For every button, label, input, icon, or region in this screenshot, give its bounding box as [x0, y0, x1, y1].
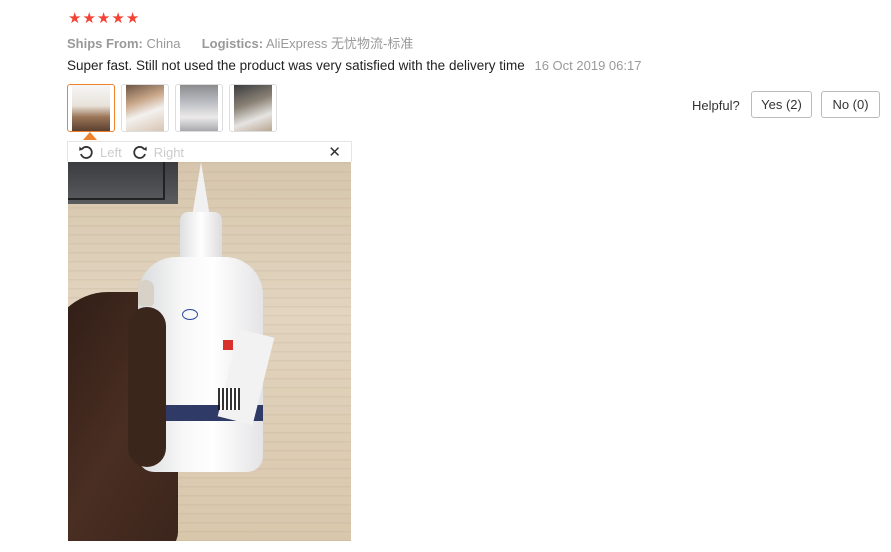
viewer-toolbar: Left Right ✕: [67, 141, 352, 162]
photo-qr-code: [218, 388, 240, 410]
rotate-left-button[interactable]: Left: [68, 144, 122, 160]
shipping-info: Ships From: China Logistics: AliExpress …: [67, 33, 413, 52]
thumbnail-image: [180, 85, 218, 131]
photo-thumbnail[interactable]: [229, 84, 277, 132]
star-rating: ★ ★ ★ ★ ★: [68, 9, 139, 27]
review-date: 16 Oct 2019 06:17: [534, 58, 642, 73]
ships-from-label: Ships From:: [67, 36, 143, 51]
selected-thumbnail-caret: [83, 132, 97, 140]
ships-from-value: China: [146, 36, 181, 51]
photo-bottle-tip: [192, 162, 210, 217]
rotate-left-icon: [79, 146, 93, 159]
helpful-yes-button[interactable]: Yes (2): [751, 91, 812, 118]
helpful-no-button[interactable]: No (0): [821, 91, 880, 118]
review-photo: [68, 162, 351, 541]
photo-thumbnail[interactable]: [67, 84, 115, 132]
thumbnail-image: [126, 85, 164, 131]
review-text: Super fast. Still not used the product w…: [67, 58, 525, 73]
rotate-right-icon: [133, 146, 147, 159]
close-icon[interactable]: ✕: [328, 144, 341, 160]
photo-thumbnail[interactable]: [175, 84, 223, 132]
photo-label-mark: [223, 340, 233, 350]
photo-bottle-logo: [182, 309, 198, 320]
star-icon: ★: [68, 9, 82, 27]
photo-thumb-finger: [128, 307, 166, 467]
rotate-left-label: Left: [100, 144, 122, 160]
star-icon: ★: [111, 9, 125, 27]
rotate-right-label: Right: [153, 144, 185, 160]
photo-thumbnails: [67, 84, 277, 132]
rotate-right-button[interactable]: Right: [122, 144, 184, 160]
photo-fingernail: [138, 280, 154, 306]
thumbnail-image: [72, 85, 110, 131]
photo-laptop-edge: [68, 162, 165, 200]
thumbnail-image: [234, 85, 272, 131]
helpful-label: Helpful?: [692, 98, 740, 113]
logistics-value: AliExpress 无忧物流-标准: [266, 36, 414, 51]
photo-thumbnail[interactable]: [121, 84, 169, 132]
review-text-line: Super fast. Still not used the product w…: [67, 58, 641, 73]
star-icon: ★: [96, 9, 111, 27]
star-icon: ★: [82, 9, 96, 27]
logistics-label: Logistics:: [201, 36, 264, 51]
star-icon: ★: [125, 9, 140, 27]
photo-viewer: Left Right ✕: [67, 141, 352, 541]
